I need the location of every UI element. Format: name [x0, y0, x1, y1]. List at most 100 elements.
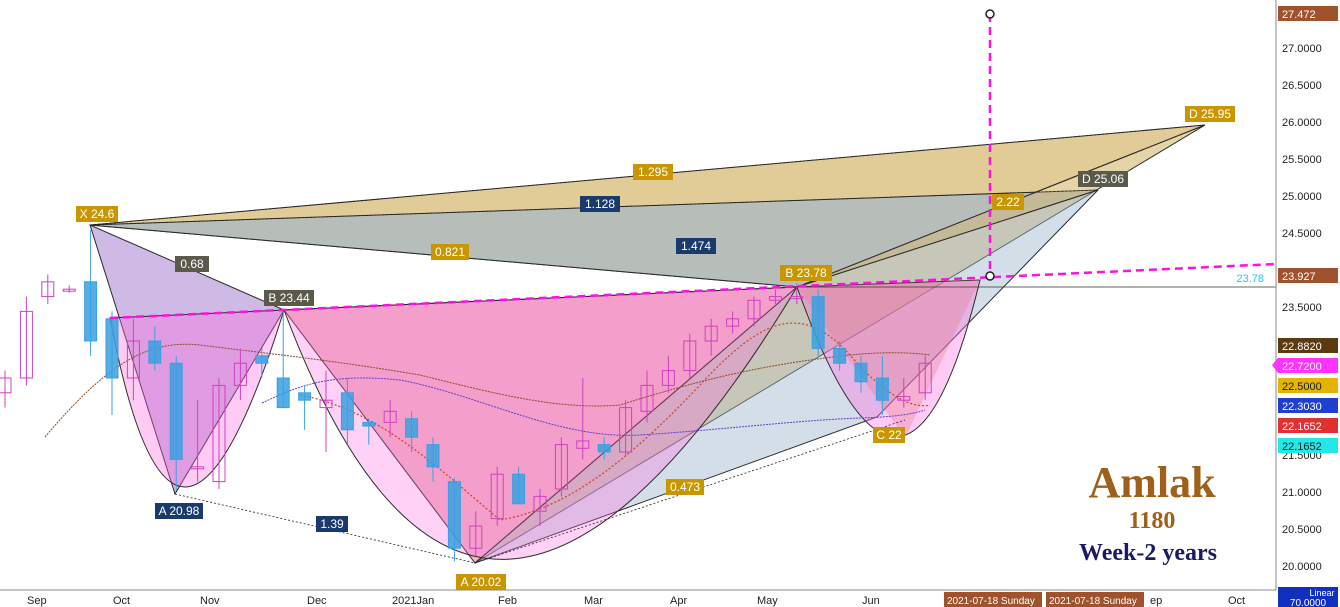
ratio-badge-text: 0.68 [180, 257, 204, 271]
price-tick-labels: 27.0000 26.5000 26.0000 25.5000 25.0000 … [1282, 43, 1322, 573]
month-label: Nov [200, 595, 220, 607]
point-badge-a1[interactable]: A 20.98 [155, 503, 203, 519]
month-label: Oct [1228, 595, 1245, 607]
price-level-text: 27.472 [1282, 9, 1316, 21]
candle-body [597, 444, 611, 453]
point-badge-d2[interactable]: D 25.95 [1185, 106, 1235, 122]
candle-body [875, 377, 889, 401]
price-level-tag: 22.7200 [1272, 358, 1338, 373]
candle-body [447, 481, 461, 549]
price-tick: 27.0000 [1282, 43, 1322, 55]
candle-body [854, 362, 868, 383]
right-line-label: 23.78 [1236, 273, 1264, 285]
ratio-badge: 1.474 [676, 238, 716, 254]
month-label: May [757, 595, 778, 607]
candle[interactable] [811, 289, 825, 356]
ratio-badge: 2.22 [992, 194, 1024, 210]
price-tick: 23.5000 [1282, 302, 1322, 314]
ratio-badge: 1.128 [580, 196, 620, 212]
ratio-badge: 1.39 [316, 516, 348, 532]
stamp-code: 1180 [1129, 508, 1176, 534]
ratio-badge-text: 1.39 [320, 517, 344, 531]
ratio-badge-text: 0.821 [435, 245, 465, 259]
ratio-badge: 0.473 [666, 479, 704, 495]
candle-body [169, 362, 183, 460]
point-badge-text: B 23.78 [785, 266, 827, 280]
point-badge-text: X 24.6 [80, 207, 115, 221]
projection-bottom-handle[interactable] [985, 271, 995, 281]
price-level-text: 23.927 [1282, 271, 1316, 283]
scale-value-label: 70.0000 [1290, 598, 1327, 607]
month-label: Oct [113, 595, 130, 607]
ratio-badge-text: 1.474 [681, 239, 711, 253]
month-label: ep [1150, 595, 1162, 607]
point-badge-x[interactable]: X 24.6 [76, 206, 118, 222]
scale-type-label: Linear [1309, 588, 1334, 598]
price-tick: 26.5000 [1282, 80, 1322, 92]
candle-body [340, 392, 354, 431]
price-level-text: 22.8820 [1282, 341, 1322, 353]
point-badge-text: D 25.95 [1189, 107, 1231, 121]
harmonic-pattern-chart[interactable]: 23.78 0.68 0.821 1.474 1.295 1.128 2.22 [0, 0, 1340, 607]
date-tag-text: 2021-07-18 Sunday [947, 596, 1035, 607]
date-tag: 2021-07-18 Sunday [944, 592, 1042, 607]
candle-body [811, 296, 825, 349]
point-badge-text: C 22 [876, 428, 902, 442]
price-tick: 24.5000 [1282, 228, 1322, 240]
candle-body [148, 340, 162, 364]
point-badge-text: D 25.06 [1082, 172, 1124, 186]
point-badge-d1[interactable]: D 25.06 [1078, 171, 1128, 187]
price-tick: 20.0000 [1282, 561, 1322, 573]
ratio-badge-text: 2.22 [996, 195, 1020, 209]
price-level-text: 22.1652 [1282, 441, 1322, 453]
date-tag: 2021-07-18 Sunday [1046, 592, 1144, 607]
price-tick: 26.0000 [1282, 117, 1322, 129]
stamp-period: Week-2 years [1079, 540, 1217, 566]
price-level-text: 22.5000 [1282, 381, 1322, 393]
price-level-tag: 22.8820 [1278, 338, 1338, 353]
price-level-tag: 22.1652 [1278, 418, 1338, 433]
point-badge-text: B 23.44 [268, 291, 310, 305]
point-badge-c[interactable]: C 22 [873, 427, 905, 443]
candle-body [105, 318, 119, 379]
price-tick: 21.0000 [1282, 487, 1322, 499]
price-level-text: 22.3030 [1282, 401, 1322, 413]
price-axis[interactable]: 27.0000 26.5000 26.0000 25.5000 25.0000 … [1272, 0, 1340, 607]
price-level-tag: 23.927 [1278, 268, 1338, 283]
price-level-tag: 27.472 [1278, 6, 1338, 21]
price-level-text: 22.1652 [1282, 421, 1322, 433]
point-badge-text: A 20.02 [461, 575, 502, 589]
ratio-badge: 0.821 [431, 244, 469, 260]
price-level-tag: 22.5000 [1278, 378, 1338, 393]
projection-top-handle[interactable] [985, 9, 995, 19]
month-label: Feb [498, 595, 517, 607]
candle-body [276, 377, 290, 409]
ratio-badge-text: 1.295 [638, 165, 668, 179]
time-axis[interactable]: Sep Oct Nov Dec 2021Jan Feb Mar Apr May … [0, 589, 1276, 607]
candle-body [362, 421, 376, 427]
month-label: 2021Jan [392, 595, 434, 607]
candle-body [405, 418, 419, 438]
ratio-badge: 0.68 [175, 256, 209, 272]
price-tick: 25.0000 [1282, 191, 1322, 203]
ratio-badge-text: 1.128 [585, 197, 615, 211]
price-level-text: 22.7200 [1282, 361, 1322, 373]
candle-body [512, 473, 526, 505]
point-badge-text: A 20.98 [159, 504, 200, 518]
month-label: Sep [27, 595, 47, 607]
month-label: Dec [307, 595, 327, 607]
candle-body [426, 444, 440, 468]
month-label: Apr [670, 595, 687, 607]
price-level-tag: 22.1652 [1278, 438, 1338, 453]
point-badge-b2[interactable]: B 23.78 [780, 265, 832, 281]
candle-body [255, 355, 269, 364]
price-tick: 25.5000 [1282, 154, 1322, 166]
price-tick: 20.5000 [1282, 524, 1322, 536]
point-badge-b1[interactable]: B 23.44 [264, 290, 314, 306]
scale-indicator[interactable]: Linear 70.0000 [1278, 587, 1338, 607]
date-tag-text: 2021-07-18 Sunday [1049, 596, 1137, 607]
price-level-tag: 22.3030 [1278, 398, 1338, 413]
candle-body [84, 281, 98, 342]
month-label: Jun [862, 595, 880, 607]
point-badge-a2[interactable]: A 20.02 [456, 574, 506, 590]
